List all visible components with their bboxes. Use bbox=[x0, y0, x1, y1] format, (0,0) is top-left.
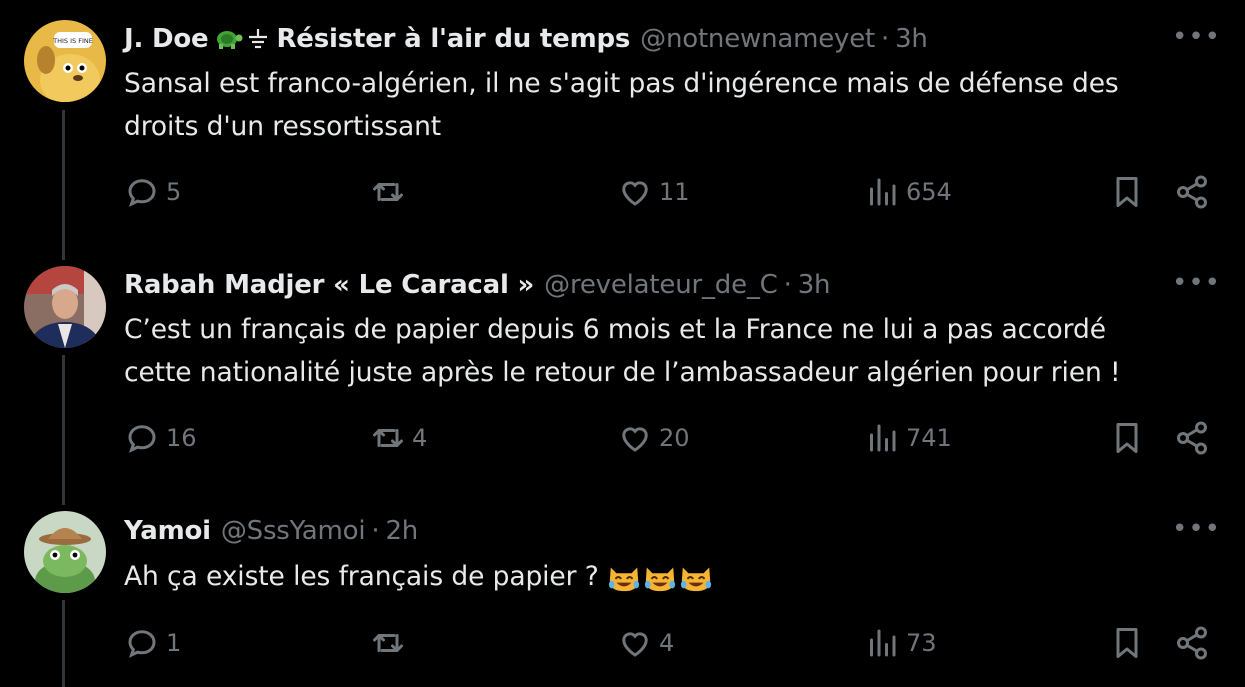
tweet-text: Sansal est franco-algérien, il ne s'agit… bbox=[124, 62, 1214, 148]
separator: · bbox=[371, 516, 380, 546]
tweet-text-line: droits d'un ressortissant bbox=[124, 111, 442, 142]
tweet-header: Yamoi @SssYamoi · 2h bbox=[124, 511, 418, 551]
views-button[interactable]: 741 bbox=[864, 420, 952, 456]
retweet-icon bbox=[373, 634, 403, 652]
tweet-3[interactable]: Yamoi @SssYamoi · 2h ••• Ah ça existe le… bbox=[0, 490, 1245, 687]
display-name[interactable]: Yamoi bbox=[124, 516, 211, 546]
share-icon bbox=[1177, 421, 1207, 455]
tweet-header: J. Doe Résister à l'air du temps @notnew… bbox=[124, 19, 928, 59]
share-icon bbox=[1177, 626, 1207, 660]
separator: · bbox=[783, 270, 792, 300]
tweet-text: Ah ça existe les français de papier ? bbox=[124, 555, 1214, 598]
separator: · bbox=[881, 24, 890, 54]
like-button[interactable]: 11 bbox=[617, 174, 690, 210]
tweet-text-line: C’est un français de papier depuis 6 moi… bbox=[124, 314, 1106, 345]
bookmark-icon bbox=[1116, 177, 1138, 207]
retweet-button[interactable] bbox=[370, 625, 412, 661]
share-button[interactable] bbox=[1174, 420, 1210, 456]
tweet-header: Rabah Madjer « Le Caracal » @revelateur_… bbox=[124, 265, 831, 305]
views-count: 73 bbox=[906, 629, 937, 657]
like-count: 20 bbox=[659, 424, 690, 452]
tweet-2[interactable]: Rabah Madjer « Le Caracal » @revelateur_… bbox=[0, 245, 1245, 490]
views-icon bbox=[870, 178, 896, 206]
handle[interactable]: @revelateur_de_C bbox=[544, 270, 778, 300]
like-button[interactable]: 4 bbox=[617, 625, 674, 661]
display-name-suffix[interactable]: Résister à l'air du temps bbox=[276, 24, 630, 54]
bookmark-button[interactable] bbox=[1109, 420, 1145, 456]
timestamp[interactable]: 3h bbox=[798, 270, 831, 300]
retweet-count: 4 bbox=[412, 424, 428, 452]
views-icon bbox=[870, 424, 896, 452]
tweet-text: C’est un français de papier depuis 6 moi… bbox=[124, 308, 1214, 394]
avatar[interactable]: THIS IS FINE bbox=[24, 20, 106, 102]
reply-icon bbox=[128, 425, 156, 453]
bookmark-icon bbox=[1116, 628, 1138, 658]
share-icon bbox=[1177, 175, 1207, 209]
retweet-button[interactable] bbox=[370, 174, 412, 210]
share-button[interactable] bbox=[1174, 625, 1210, 661]
reply-button[interactable]: 1 bbox=[124, 625, 181, 661]
more-icon[interactable]: ••• bbox=[1172, 22, 1221, 52]
tweet-text-line: Ah ça existe les français de papier ? bbox=[124, 561, 599, 592]
like-icon bbox=[622, 181, 648, 206]
reply-count: 16 bbox=[166, 424, 197, 452]
like-icon bbox=[622, 427, 648, 452]
avatar[interactable] bbox=[24, 511, 106, 593]
laughing-cat-icon bbox=[644, 567, 675, 591]
timestamp[interactable]: 2h bbox=[385, 516, 418, 546]
more-icon[interactable]: ••• bbox=[1172, 514, 1221, 544]
views-button[interactable]: 654 bbox=[864, 174, 952, 210]
share-button[interactable] bbox=[1174, 174, 1210, 210]
views-button[interactable]: 73 bbox=[864, 625, 937, 661]
tweet-text-line: Sansal est franco-algérien, il ne s'agit… bbox=[124, 68, 1119, 99]
bookmark-icon bbox=[1116, 423, 1138, 453]
like-count: 11 bbox=[659, 178, 690, 206]
reply-button[interactable]: 5 bbox=[124, 174, 181, 210]
like-button[interactable]: 20 bbox=[617, 420, 690, 456]
like-count: 4 bbox=[659, 629, 675, 657]
bookmark-button[interactable] bbox=[1109, 625, 1145, 661]
avatar[interactable] bbox=[24, 266, 106, 348]
bookmark-button[interactable] bbox=[1109, 174, 1145, 210]
display-name[interactable]: Rabah Madjer « Le Caracal » bbox=[124, 270, 534, 300]
views-count: 741 bbox=[906, 424, 952, 452]
tweet-actions: 5 11 654 bbox=[124, 174, 1224, 214]
tweet-actions: 16 4 20 741 bbox=[124, 420, 1224, 460]
retweet-icon bbox=[373, 183, 403, 201]
reply-count: 5 bbox=[166, 178, 182, 206]
reply-button[interactable]: 16 bbox=[124, 420, 197, 456]
timestamp[interactable]: 3h bbox=[895, 24, 928, 54]
tweet-actions: 1 4 73 bbox=[124, 625, 1224, 665]
views-icon bbox=[870, 629, 896, 657]
tweet-text-line: cette nationalité juste après le retour … bbox=[124, 357, 1121, 388]
like-icon bbox=[622, 632, 648, 657]
ground-icon bbox=[246, 27, 270, 51]
reply-icon bbox=[128, 179, 156, 207]
handle[interactable]: @SssYamoi bbox=[221, 516, 366, 546]
retweet-button[interactable]: 4 bbox=[370, 420, 427, 456]
views-count: 654 bbox=[906, 178, 952, 206]
turtle-icon bbox=[214, 27, 244, 51]
laughing-cat-icon bbox=[608, 567, 639, 591]
more-icon[interactable]: ••• bbox=[1172, 268, 1221, 298]
tweet-1[interactable]: THIS IS FINE J. Doe Résister à l'air du … bbox=[0, 0, 1245, 245]
avatar-caption: THIS IS FINE bbox=[52, 37, 93, 45]
retweet-icon bbox=[373, 429, 403, 447]
display-name[interactable]: J. Doe bbox=[124, 24, 209, 54]
reply-count: 1 bbox=[166, 629, 182, 657]
reply-icon bbox=[128, 630, 156, 658]
laughing-cat-icon bbox=[680, 567, 711, 591]
handle[interactable]: @notnewnameyet bbox=[640, 24, 875, 54]
